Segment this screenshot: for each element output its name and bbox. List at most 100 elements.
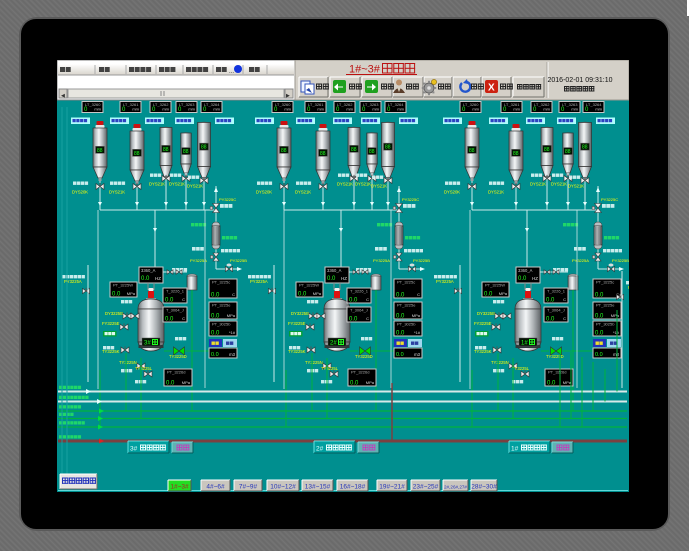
svg-text:PT_3025b: PT_3025b xyxy=(596,322,615,327)
svg-text:T_3064_J: T_3064_J xyxy=(166,308,184,313)
svg-text:MPa: MPa xyxy=(611,313,620,318)
svg-text:C: C xyxy=(366,297,369,302)
svg-text:DYS21K: DYS21K xyxy=(371,184,387,189)
svg-text:0.0: 0.0 xyxy=(211,331,220,337)
svg-text:...: ... xyxy=(229,69,234,75)
svg-text:7#~9#: 7#~9# xyxy=(239,484,258,491)
svg-text:m3: m3 xyxy=(613,352,619,357)
svg-text:C: C xyxy=(417,292,420,297)
svg-text:PY3225B: PY3225B xyxy=(413,258,430,263)
svg-text:TY3225K: TY3225K xyxy=(474,349,492,354)
svg-text:mm: mm xyxy=(472,107,479,112)
svg-text:X: X xyxy=(488,83,495,94)
svg-text:88: 88 xyxy=(163,147,169,153)
svg-text:10#~12#: 10#~12# xyxy=(270,484,296,491)
svg-text:88: 88 xyxy=(544,147,550,153)
svg-text:PT_3225c: PT_3225c xyxy=(397,280,415,285)
svg-text:HZ: HZ xyxy=(155,276,161,281)
svg-text:88: 88 xyxy=(97,148,103,154)
svg-text:0.0: 0.0 xyxy=(595,331,604,337)
svg-text:C: C xyxy=(563,297,566,302)
svg-text:0.0: 0.0 xyxy=(298,292,307,298)
svg-text:88: 88 xyxy=(183,149,189,155)
svg-text:T_3226_1: T_3226_1 xyxy=(166,289,185,294)
svg-text:TY3225K: TY3225K xyxy=(102,349,120,354)
svg-text:TY3225N: TY3225N xyxy=(119,360,137,365)
svg-text:DYS21K: DYS21K xyxy=(551,182,567,187)
svg-text:TY3225D: TY3225D xyxy=(355,354,373,359)
svg-text:DYS20K: DYS20K xyxy=(72,190,88,195)
svg-text:88: 88 xyxy=(582,145,588,151)
svg-text:C: C xyxy=(563,316,566,321)
svg-text:0.0: 0.0 xyxy=(327,276,336,282)
svg-text:mm: mm xyxy=(213,107,220,112)
svg-text:PT_3225c: PT_3225c xyxy=(212,280,230,285)
svg-text:1#~3#: 1#~3# xyxy=(170,484,189,491)
svg-text:DYS21K: DYS21K xyxy=(488,190,504,195)
svg-text:PT_3225e: PT_3225e xyxy=(596,303,615,308)
svg-text:TY3225L: TY3225L xyxy=(135,366,153,371)
svg-text:MPa: MPa xyxy=(412,313,421,318)
svg-text:0.0: 0.0 xyxy=(165,317,174,323)
svg-text:DYS20K: DYS20K xyxy=(444,190,460,195)
svg-text:MPa: MPa xyxy=(366,380,375,385)
svg-text:PT_3225W: PT_3225W xyxy=(113,283,133,288)
svg-text:88: 88 xyxy=(369,149,375,155)
svg-text:3#: 3# xyxy=(130,446,138,453)
svg-text:FY3225E: FY3225E xyxy=(102,321,120,326)
svg-text:C: C xyxy=(182,297,185,302)
svg-text:13#~15#: 13#~15# xyxy=(305,484,331,491)
svg-text:▶: ▶ xyxy=(286,93,290,99)
svg-text:4#~6#: 4#~6# xyxy=(206,484,225,491)
svg-text:mm: mm xyxy=(132,107,139,112)
svg-text:0.0: 0.0 xyxy=(349,298,358,304)
svg-text:TY3225L: TY3225L xyxy=(512,366,530,371)
svg-text:1#: 1# xyxy=(511,446,519,453)
svg-text:TY3225K: TY3225K xyxy=(288,349,306,354)
svg-text:88: 88 xyxy=(281,148,287,154)
svg-text:PY3225A: PY3225A xyxy=(250,279,268,284)
svg-text:3360_A: 3360_A xyxy=(141,268,156,273)
svg-text:PT_3226d: PT_3226d xyxy=(167,370,185,375)
svg-text:19#~21#: 19#~21# xyxy=(379,484,405,491)
svg-text:mm: mm xyxy=(162,107,169,112)
svg-text:28#~30#: 28#~30# xyxy=(471,484,497,491)
svg-text:DYS21K: DYS21K xyxy=(337,182,353,187)
svg-text:DYS20K: DYS20K xyxy=(256,190,272,195)
svg-text:HZ: HZ xyxy=(532,276,538,281)
svg-text:DYS21K: DYS21K xyxy=(355,182,371,187)
svg-text:MPa: MPa xyxy=(182,380,191,385)
svg-text:PT_3226d: PT_3226d xyxy=(351,370,369,375)
svg-text:0.0: 0.0 xyxy=(211,352,219,358)
svg-text:*1#: *1# xyxy=(613,330,620,335)
svg-text:DYS21K: DYS21K xyxy=(169,182,185,187)
svg-text:T_3226_1: T_3226_1 xyxy=(547,289,566,294)
svg-text:0.0: 0.0 xyxy=(396,352,404,358)
svg-text:PT_3225W: PT_3225W xyxy=(485,283,505,288)
svg-text:1#: 1# xyxy=(521,341,528,347)
svg-text:PT_3025b: PT_3025b xyxy=(212,322,231,327)
svg-text:0.0: 0.0 xyxy=(166,381,175,387)
svg-text:mm: mm xyxy=(513,107,520,112)
svg-text:88: 88 xyxy=(513,151,519,157)
svg-text:DY3225B: DY3225B xyxy=(477,311,495,316)
svg-text:0.0: 0.0 xyxy=(349,317,358,323)
svg-text:DY3225B: DY3225B xyxy=(291,311,309,316)
svg-text:16#~18#: 16#~18# xyxy=(340,484,366,491)
svg-text:88: 88 xyxy=(201,145,207,151)
svg-text:0.0: 0.0 xyxy=(350,381,359,387)
svg-text:88: 88 xyxy=(385,145,391,151)
svg-text:MPa: MPa xyxy=(499,291,508,296)
svg-text:PY3225A: PY3225A xyxy=(572,258,589,263)
svg-text:88: 88 xyxy=(469,148,475,154)
svg-text:m3: m3 xyxy=(414,352,420,357)
svg-text:1#~3#: 1#~3# xyxy=(349,64,381,76)
svg-text:mm: mm xyxy=(284,107,291,112)
svg-text:PY3225C: PY3225C xyxy=(601,197,618,202)
svg-text:mm: mm xyxy=(188,107,195,112)
svg-text:0.0: 0.0 xyxy=(595,352,603,358)
svg-text:mm: mm xyxy=(346,107,353,112)
svg-text:23#~25#: 23#~25# xyxy=(413,484,439,491)
svg-text:PY3225C: PY3225C xyxy=(219,197,236,202)
svg-text:0.0: 0.0 xyxy=(141,276,150,282)
